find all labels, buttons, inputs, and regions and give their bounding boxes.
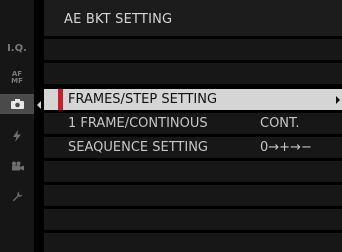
setup-tab[interactable] — [6, 186, 28, 206]
wrench-icon — [12, 191, 23, 202]
movie-tab[interactable] — [6, 156, 28, 176]
menu-item-sequence-setting[interactable]: SEAQUENCE SETTING 0→+→− — [44, 137, 342, 158]
menu-header: AE BKT SETTING — [44, 0, 342, 36]
menu-item-label: 1 FRAME/CONTINOUS — [68, 116, 208, 131]
shooting-settings-tab[interactable] — [0, 94, 34, 114]
active-tab-pointer — [37, 101, 41, 109]
menu-item-label: SEAQUENCE SETTING — [68, 140, 208, 155]
af-mf-label: AF MF — [11, 70, 23, 85]
menu-title: AE BKT SETTING — [64, 12, 173, 27]
movie-icon — [11, 161, 24, 171]
menu-item-label: FRAMES/STEP SETTING — [68, 92, 218, 107]
af-mf-tab[interactable]: AF MF — [6, 68, 28, 88]
selection-indicator — [58, 89, 63, 110]
menu-row-empty — [44, 39, 342, 60]
menu-item-1-frame-continuous[interactable]: 1 FRAME/CONTINOUS CONT. — [44, 113, 342, 134]
image-quality-tab[interactable]: I.Q. — [6, 38, 28, 58]
iq-label: I.Q. — [7, 42, 27, 54]
flash-icon — [13, 130, 21, 142]
menu-sidebar: I.Q. AF MF — [0, 0, 34, 252]
menu-item-value: CONT. — [260, 116, 300, 131]
sidebar-divider — [34, 0, 37, 252]
chevron-right-icon — [336, 96, 340, 104]
menu-item-value: 0→+→− — [260, 140, 312, 155]
camera-menu-screen: I.Q. AF MF AE BKT SETTING FRAMES/STEP SE… — [0, 0, 342, 252]
menu-panel: AE BKT SETTING FRAMES/STEP SETTING 1 FRA… — [44, 0, 342, 252]
menu-row-empty — [44, 161, 342, 182]
flash-tab[interactable] — [6, 126, 28, 146]
menu-row-empty — [44, 185, 342, 206]
menu-item-frames-step-setting[interactable]: FRAMES/STEP SETTING — [44, 89, 342, 110]
menu-row-empty — [44, 233, 342, 252]
menu-row-empty — [44, 209, 342, 230]
menu-row-empty — [44, 63, 342, 84]
camera-icon — [10, 99, 24, 109]
